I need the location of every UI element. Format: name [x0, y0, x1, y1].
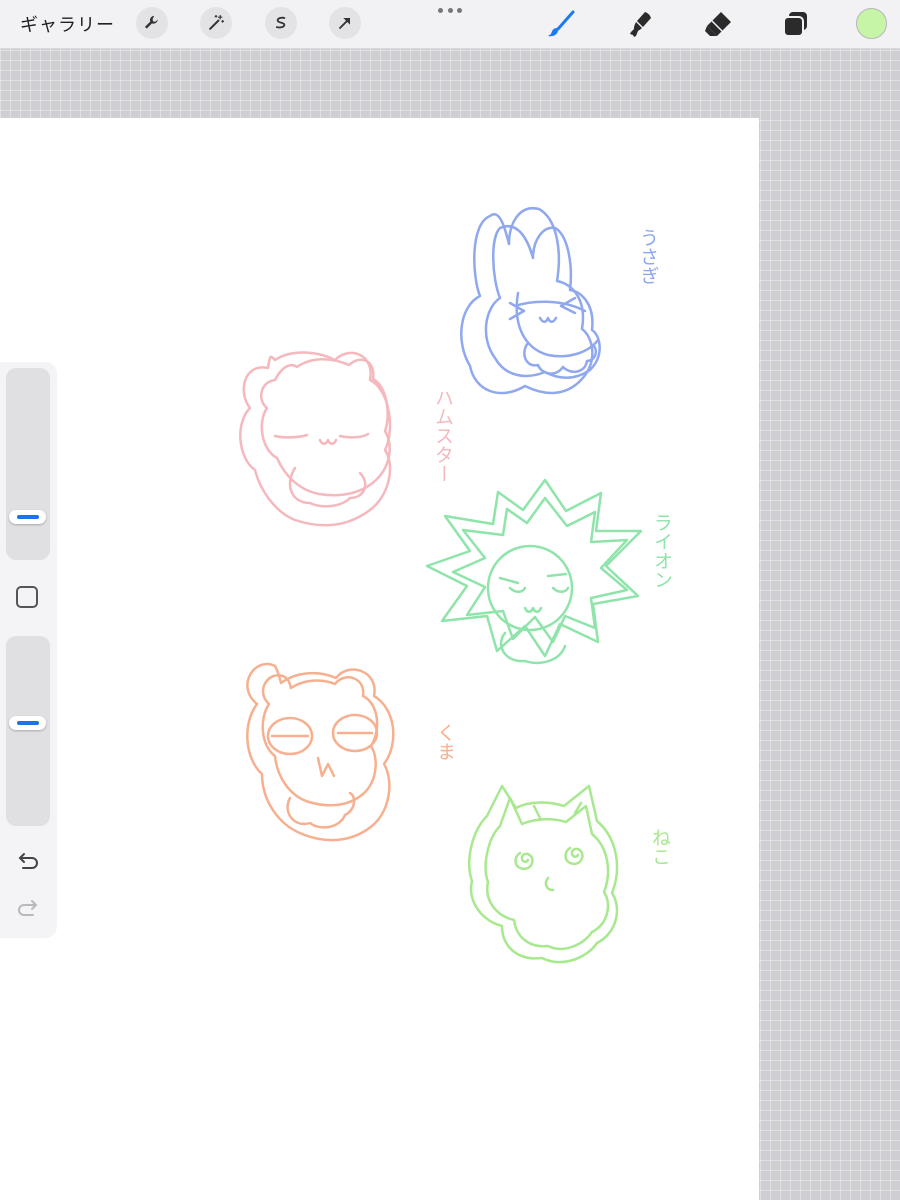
brush-size-slider[interactable] [6, 368, 50, 560]
bear-label: くま [434, 723, 456, 761]
gallery-button[interactable]: ギャラリー [20, 11, 115, 37]
cat-sketch [468, 784, 619, 964]
lion-label: ライオン [651, 513, 673, 589]
opacity-handle[interactable] [9, 715, 46, 730]
magic-wand-icon[interactable] [200, 7, 232, 39]
brush-size-handle[interactable] [9, 510, 46, 525]
drawing-canvas[interactable]: うさぎ ハムスター ライオン くま ねこ [0, 118, 759, 1200]
smudge-icon[interactable] [625, 9, 655, 39]
rabbit-label: うさぎ [637, 228, 659, 285]
side-toolbar [0, 362, 57, 938]
hamster-sketch [239, 351, 392, 527]
undo-icon[interactable] [15, 852, 41, 874]
layers-icon[interactable] [781, 9, 811, 39]
wrench-icon[interactable] [136, 7, 168, 39]
modify-button[interactable] [16, 586, 38, 608]
transform-arrow-icon[interactable] [329, 7, 361, 39]
cat-label: ねこ [649, 828, 671, 866]
lion-sketch [425, 478, 643, 665]
rabbit-sketch [460, 207, 601, 395]
hamster-label: ハムスター [432, 388, 454, 483]
brush-icon[interactable] [546, 9, 576, 39]
top-toolbar: ギャラリー [0, 0, 900, 49]
color-picker-button[interactable] [856, 8, 887, 39]
eraser-icon[interactable] [703, 9, 733, 39]
more-options-icon[interactable] [438, 8, 462, 14]
bear-sketch [246, 662, 395, 842]
selection-icon[interactable] [265, 7, 297, 39]
opacity-slider[interactable] [6, 636, 50, 826]
redo-icon[interactable] [15, 899, 41, 921]
